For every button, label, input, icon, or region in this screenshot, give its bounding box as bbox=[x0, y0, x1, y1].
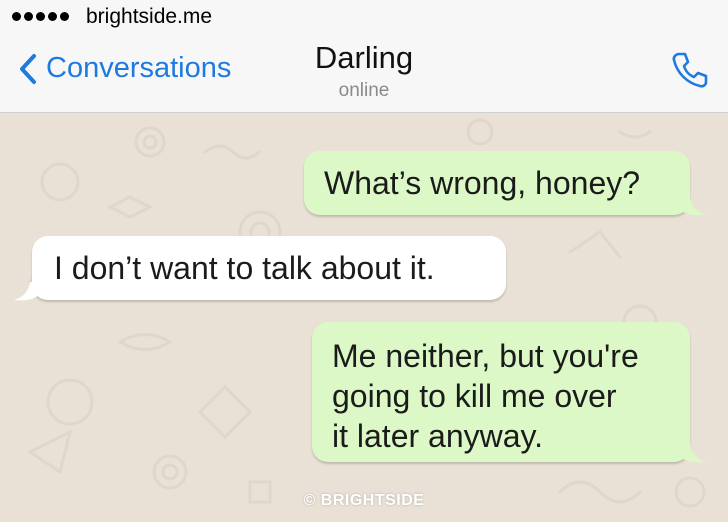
watermark: © BRIGHTSIDE bbox=[303, 492, 425, 509]
status-bar: brightside.me bbox=[0, 0, 728, 30]
carrier-name: brightside.me bbox=[86, 5, 213, 28]
message-bubble-incoming: I don’t want to talk about it. bbox=[32, 236, 506, 300]
contact-status: online bbox=[338, 80, 390, 101]
bubble-tail bbox=[14, 282, 40, 301]
bubble-tail bbox=[680, 444, 706, 463]
navigation-bar: Conversations Darling online bbox=[0, 30, 728, 113]
bubble-tail bbox=[680, 197, 706, 216]
phone-icon[interactable] bbox=[668, 48, 712, 92]
contact-name: Darling bbox=[314, 40, 414, 75]
signal-strength-icon bbox=[12, 12, 69, 21]
message-bubble-outgoing: Me neither, but you're going to kill me … bbox=[312, 322, 690, 462]
chat-area: What’s wrong, honey? I don’t want to tal… bbox=[0, 112, 728, 522]
message-bubble-outgoing: What’s wrong, honey? bbox=[304, 151, 690, 215]
